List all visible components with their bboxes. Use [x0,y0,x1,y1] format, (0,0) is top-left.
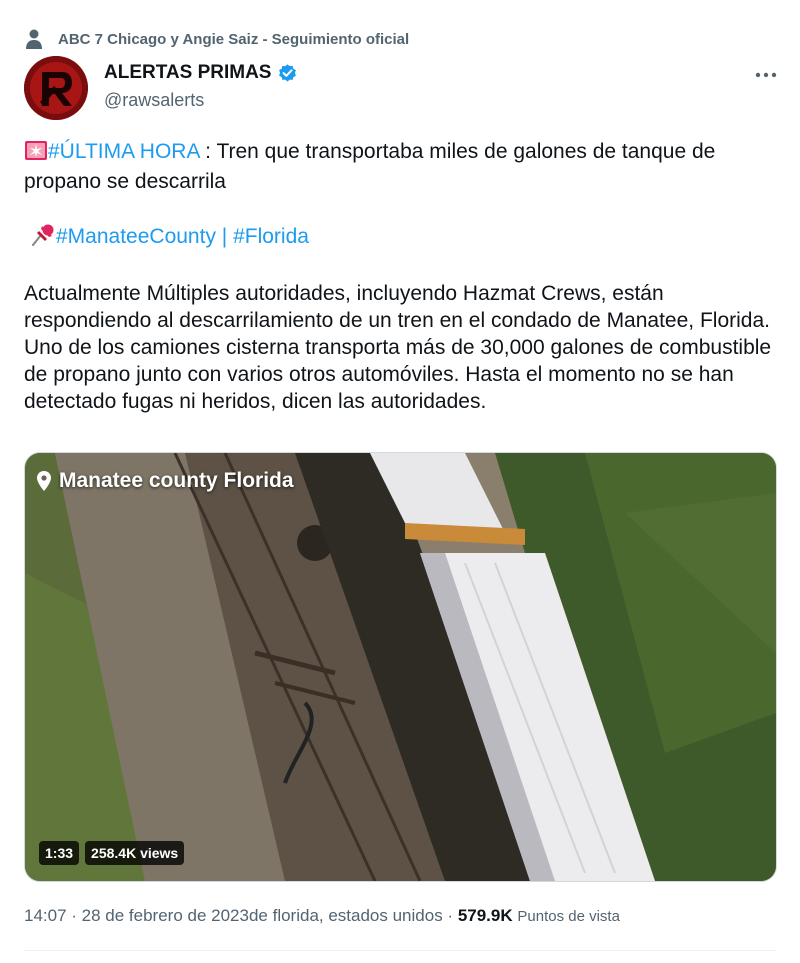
tweet-body: Actualmente Múltiples autoridades, inclu… [24,282,772,413]
social-context[interactable]: ABC 7 Chicago y Angie Saiz - Seguimiento… [24,28,409,50]
tweet-time[interactable]: 14:07 [24,906,67,925]
social-context-text: ABC 7 Chicago y Angie Saiz - Seguimiento… [58,30,410,48]
tweet-text: #ÚLTIMA HORA : Tren que transportaba mil… [24,138,784,415]
hashtag-florida[interactable]: #Florida [233,225,309,248]
meta-dot-2: · [442,906,458,925]
video-location-text: Manatee county Florida [59,469,294,492]
rotating-light-icon [24,139,48,168]
divider [24,950,776,951]
author-display-name[interactable]: ALERTAS PRIMAS [104,62,271,84]
author-display-name-row[interactable]: ALERTAS PRIMAS [104,62,298,84]
video-location-overlay: Manatee county Florida [37,469,294,493]
meta-dot: · [66,906,82,925]
views-count[interactable]: 579.9K [458,906,513,925]
tweet-header: ALERTAS PRIMAS @rawsalerts [24,56,784,120]
person-icon [24,28,44,50]
hashtags-line: #ManateeCounty | #Florida [24,222,784,253]
views-label[interactable]: Puntos de vista [517,908,620,925]
video-badges: 1:33 258.4K views [39,841,185,865]
video-duration: 1:33 [39,841,80,865]
hashtag-ultima-hora[interactable]: #ÚLTIMA HORA [48,140,199,163]
pushpin-icon [30,222,56,253]
video-player[interactable]: Manatee county Florida 1:33 258.4K views [24,452,777,882]
tweet-meta: 14:07 · 28 de febrero de 2023de florida,… [24,906,620,926]
verified-badge-icon[interactable] [277,63,298,84]
tweet-date-place[interactable]: 28 de febrero de 2023de florida, estados… [82,906,443,925]
author-handle[interactable]: @rawsalerts [104,90,298,111]
hashtag-separator: | [215,225,234,248]
author-names: ALERTAS PRIMAS @rawsalerts [104,62,298,111]
avatar[interactable] [24,56,88,120]
location-pin-icon [37,471,51,491]
more-options-button[interactable] [748,60,784,88]
more-horizontal-icon [755,65,777,83]
video-views: 258.4K views [85,841,185,865]
hashtag-manateecounty[interactable]: #ManateeCounty [56,225,216,248]
breaking-news-line: #ÚLTIMA HORA : Tren que transportaba mil… [24,138,784,195]
video-thumbnail [25,453,776,881]
